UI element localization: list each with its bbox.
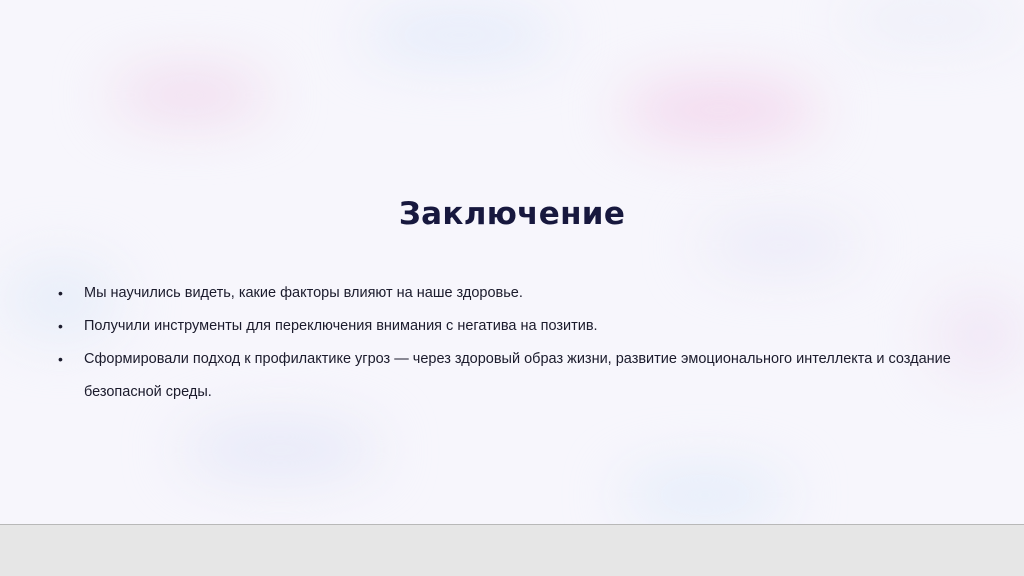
bullet-icon: • — [58, 285, 63, 301]
bullet-item: • Мы научились видеть, какие факторы вли… — [58, 277, 958, 310]
bullet-icon: • — [58, 318, 63, 334]
footer-bar — [0, 524, 1024, 576]
bullet-item: • Сформировали подход к профилактике угр… — [58, 343, 958, 409]
decorative-blur — [110, 70, 270, 120]
bullet-text: Сформировали подход к профилактике угроз… — [84, 351, 951, 400]
bullet-item: • Получили инструменты для переключения … — [58, 310, 958, 343]
decorative-blur — [360, 10, 560, 60]
bullet-list: • Мы научились видеть, какие факторы вли… — [58, 277, 958, 409]
slide: Заключение • Мы научились видеть, какие … — [0, 0, 1024, 524]
bullet-text: Получили инструменты для переключения вн… — [84, 318, 598, 334]
decorative-blur — [620, 470, 790, 520]
bullet-icon: • — [58, 351, 63, 367]
decorative-blur — [180, 420, 380, 480]
decorative-blur — [840, 0, 1020, 40]
bullet-text: Мы научились видеть, какие факторы влияю… — [84, 285, 523, 301]
decorative-blur — [620, 80, 820, 140]
slide-title: Заключение — [398, 196, 626, 232]
